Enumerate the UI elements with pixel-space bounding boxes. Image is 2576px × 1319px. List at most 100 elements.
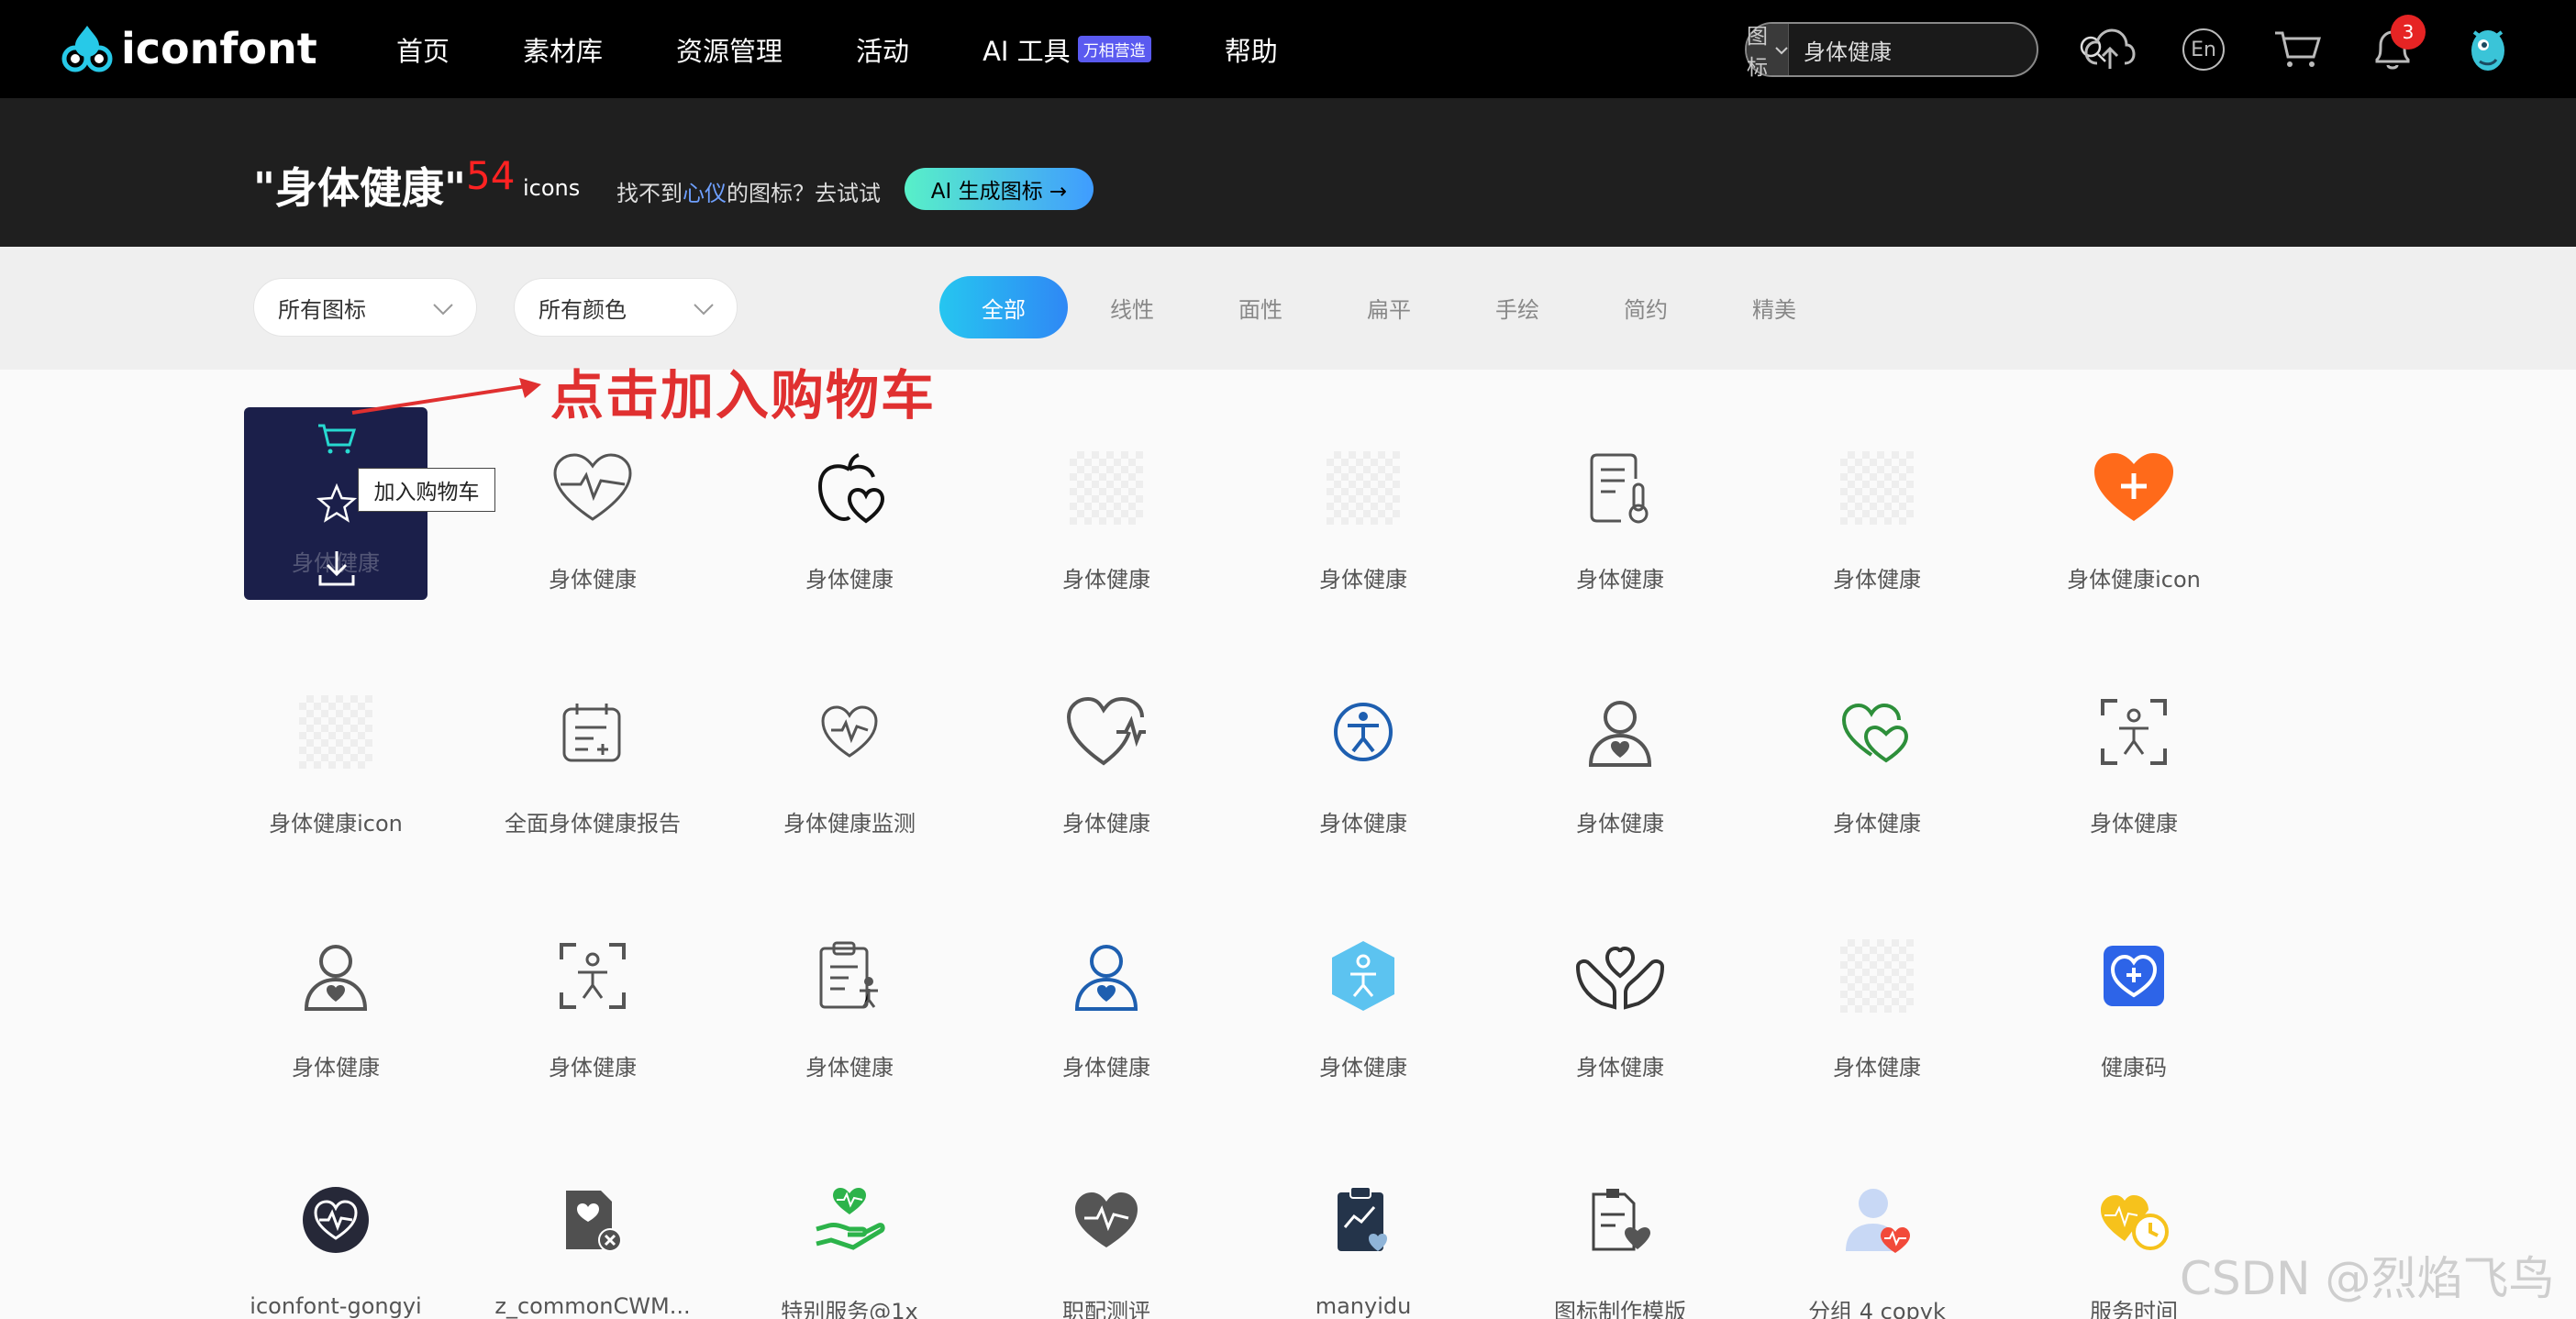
icon-card[interactable]: 分组 4 copyk	[1749, 1141, 2005, 1319]
icon-card[interactable]: 身体健康	[1492, 897, 1749, 1117]
icon-card[interactable]: 身体健康icon	[2005, 409, 2262, 629]
icon-card[interactable]: manyidu	[1235, 1141, 1492, 1319]
search-type-select[interactable]: 图标	[1747, 24, 1789, 80]
icon-card[interactable]: 身体健康	[1492, 653, 1749, 873]
icon-card[interactable]: iconfont-gongyi	[207, 1141, 464, 1319]
icon-card[interactable]: z_commonCWM...	[464, 1141, 721, 1319]
icon-card[interactable]: 身体健康监测	[721, 653, 978, 873]
clipboard-chart-icon	[1317, 1174, 1409, 1266]
heart-pulse-circle-icon	[290, 1174, 382, 1266]
icon-card-label: 身体健康	[1062, 811, 1150, 837]
heart-pulse-small-icon	[804, 686, 895, 778]
add-to-cart-button[interactable]	[312, 415, 361, 464]
nav-item-ai-tools[interactable]: AI 工具 万相营造	[983, 30, 1151, 69]
nav-item-help[interactable]: 帮助	[1225, 30, 1278, 69]
logo-text: iconfont	[121, 24, 317, 73]
tab-hand-drawn[interactable]: 手绘	[1453, 276, 1582, 338]
nav-menu: 首页 素材库 资源管理 活动 AI 工具 万相营造 帮助	[396, 0, 1351, 98]
icon-card-label: 服务时间	[2090, 1299, 2178, 1319]
logo[interactable]: iconfont	[61, 20, 317, 77]
result-unit: icons	[523, 175, 581, 201]
nav-item-resources[interactable]: 资源管理	[676, 30, 783, 69]
search-result-header: "身体健康" 54 icons 找不到心仪的图标？去试试 AI 生成图标 →	[0, 98, 2576, 247]
heart-pulse-large-icon	[1060, 686, 1152, 778]
icon-card-label: 身体健康	[1833, 811, 1921, 837]
tab-all[interactable]: 全部	[939, 276, 1068, 338]
heart-plus-orange-icon	[2088, 442, 2180, 534]
notifications-button[interactable]: 3	[2365, 15, 2426, 77]
tab-simple[interactable]: 简约	[1582, 276, 1710, 338]
icon-card[interactable]: 身体健康icon	[207, 653, 464, 873]
hands-heart-icon	[1574, 930, 1666, 1022]
icon-card[interactable]: 健康码	[2005, 897, 2262, 1117]
icon-card[interactable]: 身体健康	[464, 409, 721, 629]
icon-card[interactable]: 职配测评	[978, 1141, 1235, 1319]
star-icon	[316, 483, 357, 523]
upload-button[interactable]	[2082, 22, 2137, 77]
icon-card[interactable]: 身体健康	[2005, 653, 2262, 873]
avatar[interactable]	[2460, 22, 2515, 77]
icon-card[interactable]: 身体健康	[1749, 653, 2005, 873]
icon-card[interactable]: 身体健康	[464, 897, 721, 1117]
cart-button[interactable]	[2270, 22, 2325, 77]
icon-card-label: 身体健康	[1833, 567, 1921, 593]
icon-card[interactable]: 身体健康	[721, 897, 978, 1117]
person-heart-icon	[1574, 686, 1666, 778]
icon-card-label: 身体健康	[1576, 811, 1664, 837]
icon-card-label: 身体健康	[1319, 1055, 1407, 1081]
nav-item-home[interactable]: 首页	[396, 30, 450, 69]
icon-card-label: manyidu	[1315, 1293, 1412, 1319]
icon-card[interactable]: 特别服务@1x	[721, 1141, 978, 1319]
icon-card[interactable]: 身体健康	[1235, 897, 1492, 1117]
icon-card[interactable]: 身体健康	[1749, 897, 2005, 1117]
hexagon-person-icon	[1317, 930, 1409, 1022]
heart-pulse-gray-icon	[1060, 1174, 1152, 1266]
person-heart-red-icon	[1831, 1174, 1923, 1266]
icon-card[interactable]: 全面身体健康报告	[464, 653, 721, 873]
icon-card[interactable]: 身体健康	[721, 409, 978, 629]
icon-card-label: 身体健康icon	[2067, 567, 2201, 593]
tab-fine[interactable]: 精美	[1710, 276, 1838, 338]
avatar-icon	[2471, 30, 2504, 71]
ai-tools-badge: 万相营造	[1077, 36, 1151, 62]
report-thermometer-icon	[1574, 442, 1666, 534]
icon-card[interactable]: 身体健康	[978, 409, 1235, 629]
icon-color-select[interactable]: 所有颜色	[514, 278, 738, 337]
search-input[interactable]	[1789, 24, 2079, 75]
icon-card-label: iconfont-gongyi	[250, 1293, 422, 1319]
watermark: CSDN @烈焰飞鸟	[2180, 1252, 2555, 1305]
hint-highlight: 心仪	[683, 181, 727, 206]
icon-card-label: 图标制作模版	[1554, 1299, 1686, 1319]
icon-card[interactable]: 身体健康	[978, 653, 1235, 873]
nav-item-library[interactable]: 素材库	[523, 30, 603, 69]
tab-flat[interactable]: 扁平	[1325, 276, 1453, 338]
icon-card[interactable]: 图标制作模版	[1492, 1141, 1749, 1319]
tab-line[interactable]: 线性	[1068, 276, 1196, 338]
icon-card[interactable]: 身体健康	[978, 897, 1235, 1117]
nav-item-label: 首页	[396, 35, 450, 67]
tab-fill[interactable]: 面性	[1196, 276, 1325, 338]
nav-item-events[interactable]: 活动	[856, 30, 909, 69]
top-nav: iconfont 首页 素材库 资源管理 活动 AI 工具 万相营造 帮助 图标 …	[0, 0, 2576, 98]
cart-icon	[318, 424, 357, 454]
placeholder-icon	[1831, 442, 1923, 534]
heart-plus-blue-square-icon	[2088, 930, 2180, 1022]
icon-type-select[interactable]: 所有图标	[253, 278, 477, 337]
chevron-down-icon	[430, 295, 456, 327]
hidden-icon-label: 身体健康	[292, 550, 380, 576]
icon-card[interactable]: 身体健康	[1492, 409, 1749, 629]
calendar-report-icon	[547, 686, 638, 778]
icon-card[interactable]: 身体健康	[207, 897, 464, 1117]
ai-generate-button[interactable]: AI 生成图标 →	[905, 168, 1094, 210]
icon-card[interactable]: 身体健康	[1235, 653, 1492, 873]
icon-card[interactable]: 身体健康	[1749, 409, 2005, 629]
nav-item-label: 帮助	[1224, 35, 1278, 67]
favorite-button[interactable]	[312, 479, 361, 528]
search-type-label: 图标	[1747, 25, 1768, 80]
body-scan-icon	[547, 930, 638, 1022]
nav-item-label: 素材库	[523, 35, 604, 67]
heart-outline-pulse-icon	[547, 442, 638, 534]
language-toggle[interactable]: En	[2176, 22, 2231, 77]
logo-icon	[61, 26, 113, 72]
icon-card[interactable]: 身体健康	[1235, 409, 1492, 629]
